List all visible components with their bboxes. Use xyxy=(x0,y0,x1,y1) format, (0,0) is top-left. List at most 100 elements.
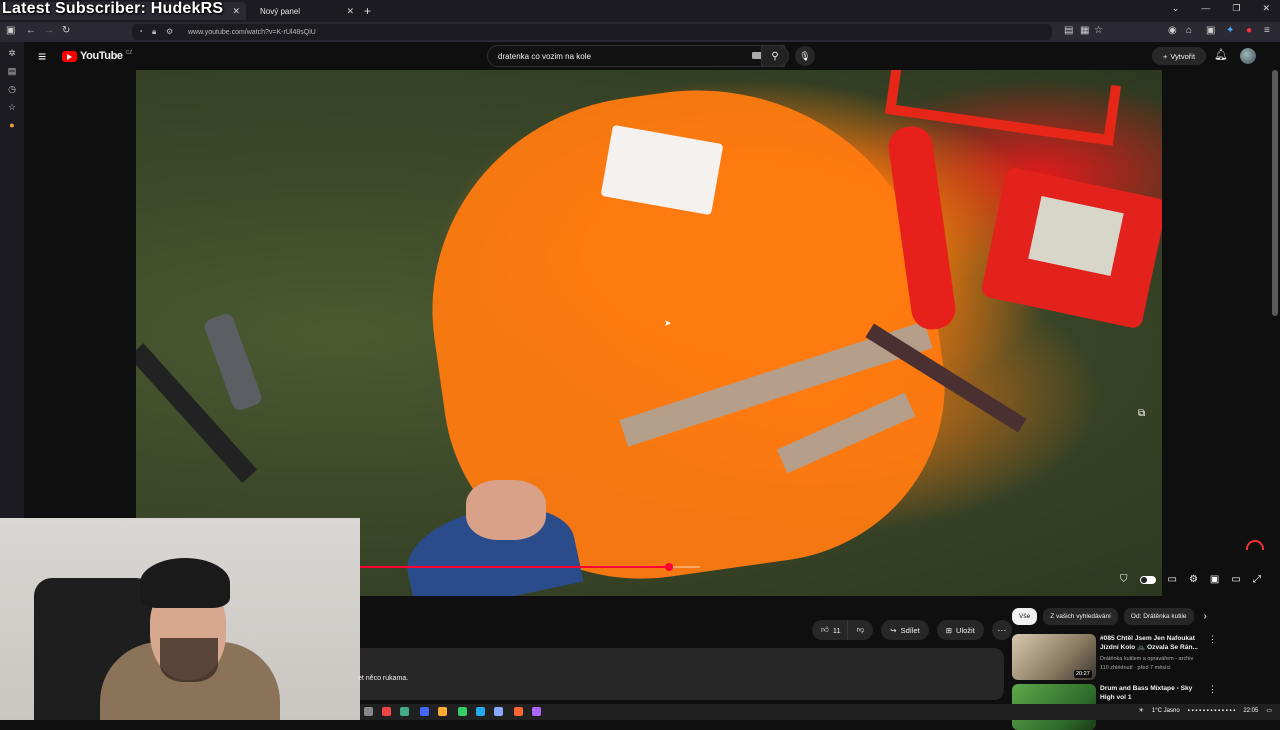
webcam-overlay xyxy=(0,518,360,720)
share-icon: ↪ xyxy=(890,625,897,635)
clock: 22:05 xyxy=(1243,707,1259,714)
share-button[interactable]: ↪ Sdílet xyxy=(881,620,929,640)
taskbar-app-icon[interactable] xyxy=(420,707,429,716)
extension-sidebar-icon[interactable]: ● xyxy=(7,120,17,130)
video-scene-hand xyxy=(466,480,546,540)
youtube-masthead: ≡ YouTube CZ dratenka co vozim na kole ✕… xyxy=(24,42,1280,70)
system-tray: ☀ 1°C Jasno ▪ ▪ ▪ ▪ ▪ ▪ ▪ ▪ ▪ ▪ ▪ ▪ ▪ 22… xyxy=(1139,707,1272,715)
taskbar-app-icon[interactable] xyxy=(400,707,409,716)
hamburger-menu-icon[interactable]: ≡ xyxy=(38,48,46,64)
screenshot-icon[interactable]: ▦ xyxy=(1080,25,1089,36)
taskbar-app-icon[interactable] xyxy=(532,707,541,716)
weather-icon[interactable]: ☀ xyxy=(1139,707,1144,714)
logo-wordmark: YouTube xyxy=(80,50,123,62)
recommendation-item[interactable]: 20:27 #085 Chtěl Jsem Jen Nafoukat Jízdn… xyxy=(1012,634,1222,682)
miniplayer-icon[interactable]: ⧉ xyxy=(1138,408,1145,419)
recommendation-channel[interactable]: Drátěnka kutilem a opravářem - archiv xyxy=(1100,656,1193,662)
settings-gear-icon[interactable]: ⚙ xyxy=(1189,574,1198,585)
video-scene-flashlight xyxy=(202,311,264,413)
reader-icon[interactable]: ▤ xyxy=(1064,25,1073,36)
close-icon[interactable]: ✕ xyxy=(1262,3,1270,14)
search-button[interactable]: ⚲ xyxy=(761,45,789,67)
account-icon[interactable]: ◉ xyxy=(1168,25,1177,36)
taskbar-app-icon[interactable] xyxy=(382,707,391,716)
app-menu-icon[interactable]: ≡ xyxy=(1264,25,1270,36)
lock-icon[interactable]: 🔒︎ xyxy=(152,27,156,37)
taskbar-app-icon[interactable] xyxy=(514,707,523,716)
taskbar-app-icon[interactable] xyxy=(364,707,373,716)
fullscreen-icon[interactable]: ⤢ xyxy=(1253,574,1261,585)
create-button[interactable]: + Vytvořit xyxy=(1152,47,1206,65)
description-box[interactable] xyxy=(360,648,1004,700)
plus-icon[interactable]: + xyxy=(364,4,371,18)
ai-chat-icon[interactable]: ✲ xyxy=(7,48,17,58)
search-input[interactable]: dratenka co vozim na kole ✕ xyxy=(487,45,785,67)
minimize-icon[interactable]: — xyxy=(1201,3,1210,14)
more-actions-icon[interactable]: ⋯ xyxy=(991,620,1012,640)
autoplay-toggle[interactable] xyxy=(1139,575,1156,584)
weather-text: 1°C Jasno xyxy=(1151,707,1180,714)
dislike-button[interactable]: 👎︎ xyxy=(846,620,874,640)
taskbar-app-icon[interactable] xyxy=(476,707,485,716)
miniplayer-button-icon[interactable]: ▣ xyxy=(1210,574,1219,585)
window-controls: ⌄ — ❐ ✕ xyxy=(1172,3,1270,14)
save-button[interactable]: ⊞ Uložit xyxy=(936,620,984,640)
sidebar-toggle-icon[interactable]: ▣ xyxy=(6,25,15,36)
kebab-menu-icon[interactable]: ⋮ xyxy=(1208,684,1217,695)
close-tab-icon[interactable]: ✕ xyxy=(346,6,354,17)
webcam-person-beard xyxy=(160,638,218,682)
back-icon[interactable]: ← xyxy=(26,25,36,36)
bookmarks-icon[interactable]: ☆ xyxy=(7,102,17,112)
forward-icon[interactable]: → xyxy=(44,25,54,36)
tab-label: Nový panel xyxy=(260,6,301,16)
logo-country: CZ xyxy=(125,50,133,56)
like-button[interactable]: 👍︎ 11 xyxy=(812,620,847,640)
stream-overlay-latest-subscriber: Latest Subscriber: HudekRS xyxy=(2,0,224,17)
recommendation-title[interactable]: #085 Chtěl Jsem Jen Nafoukat Jízdní Kolo… xyxy=(1100,634,1206,652)
url-text: www.youtube.com/watch?v=K-rUl48sQiU xyxy=(188,28,316,36)
chevron-right-icon[interactable]: › xyxy=(1204,611,1207,622)
sync-tabs-icon[interactable]: ▤ xyxy=(7,66,17,76)
taskbar-app-icon[interactable] xyxy=(458,707,467,716)
page-scrollbar[interactable] xyxy=(1272,70,1278,316)
os-taskbar: ☀ 1°C Jasno ▪ ▪ ▪ ▪ ▪ ▪ ▪ ▪ ▪ ▪ ▪ ▪ ▪ 22… xyxy=(360,704,1280,720)
kebab-menu-icon[interactable]: ⋮ xyxy=(1208,634,1217,645)
voice-search-button[interactable]: 🎙︎ xyxy=(795,46,815,66)
recommendation-title[interactable]: Drum and Bass Mixtape - Sky High vol 1 xyxy=(1100,684,1206,702)
save-icon: ⊞ xyxy=(945,625,953,635)
extensions-icon[interactable]: ⌂ xyxy=(1186,25,1192,36)
browser-nav-bar: ▣ ← → ↻ ◔ 🔒︎ ⚙ www.youtube.com/watch?v=K… xyxy=(0,22,1280,42)
extension-icon-3[interactable]: ● xyxy=(1246,25,1252,36)
notifications-bell-icon[interactable]: 🔔︎ xyxy=(1214,48,1228,61)
share-label: Sdílet xyxy=(900,625,920,635)
extension-icon-2[interactable]: ✦ xyxy=(1226,25,1234,36)
reload-icon[interactable]: ↻ xyxy=(62,25,70,36)
chip-all[interactable]: Vše xyxy=(1012,608,1038,625)
address-bar[interactable]: ◔ 🔒︎ ⚙ www.youtube.com/watch?v=K-rUl48sQ… xyxy=(132,24,1052,40)
channel-watermark-icon[interactable] xyxy=(1246,540,1264,550)
subtitles-icon[interactable]: ▭ xyxy=(1168,574,1177,585)
tray-icons[interactable]: ▪ ▪ ▪ ▪ ▪ ▪ ▪ ▪ ▪ ▪ ▪ ▪ ▪ xyxy=(1188,708,1236,714)
create-label: Vytvořit xyxy=(1170,51,1196,61)
plus-icon: + xyxy=(1162,51,1168,61)
restore-icon[interactable]: ❐ xyxy=(1232,3,1240,14)
bookmark-star-icon[interactable]: ☆ xyxy=(1094,25,1103,36)
chip-from-channel[interactable]: Od: Drátěnka kutile xyxy=(1123,608,1194,625)
permissions-icon[interactable]: ⚙ xyxy=(166,27,173,36)
chip-from-searches[interactable]: Z vašich vyhledávání xyxy=(1043,608,1118,625)
taskbar-app-icon[interactable] xyxy=(438,707,447,716)
history-icon[interactable]: ◷ xyxy=(7,84,17,94)
search-query: dratenka co vozim na kole xyxy=(498,51,591,61)
shield-icon[interactable]: ⛉ xyxy=(1120,574,1128,585)
chevron-down-icon[interactable]: ⌄ xyxy=(1172,3,1180,14)
extension-icon-1[interactable]: ▣ xyxy=(1206,25,1215,36)
shield-icon[interactable]: ◔ xyxy=(138,27,143,36)
browser-tab-new[interactable]: Nový panel ✕ xyxy=(250,2,360,20)
taskbar-app-icon[interactable] xyxy=(494,707,503,716)
close-tab-icon[interactable]: ✕ xyxy=(232,6,240,17)
avatar[interactable] xyxy=(1240,48,1256,64)
youtube-logo[interactable]: YouTube CZ xyxy=(62,50,132,62)
mouse-cursor-icon: ➤ xyxy=(664,318,672,328)
notifications-icon[interactable]: ▭ xyxy=(1266,707,1272,714)
theater-mode-icon[interactable]: ▭ xyxy=(1231,574,1240,585)
